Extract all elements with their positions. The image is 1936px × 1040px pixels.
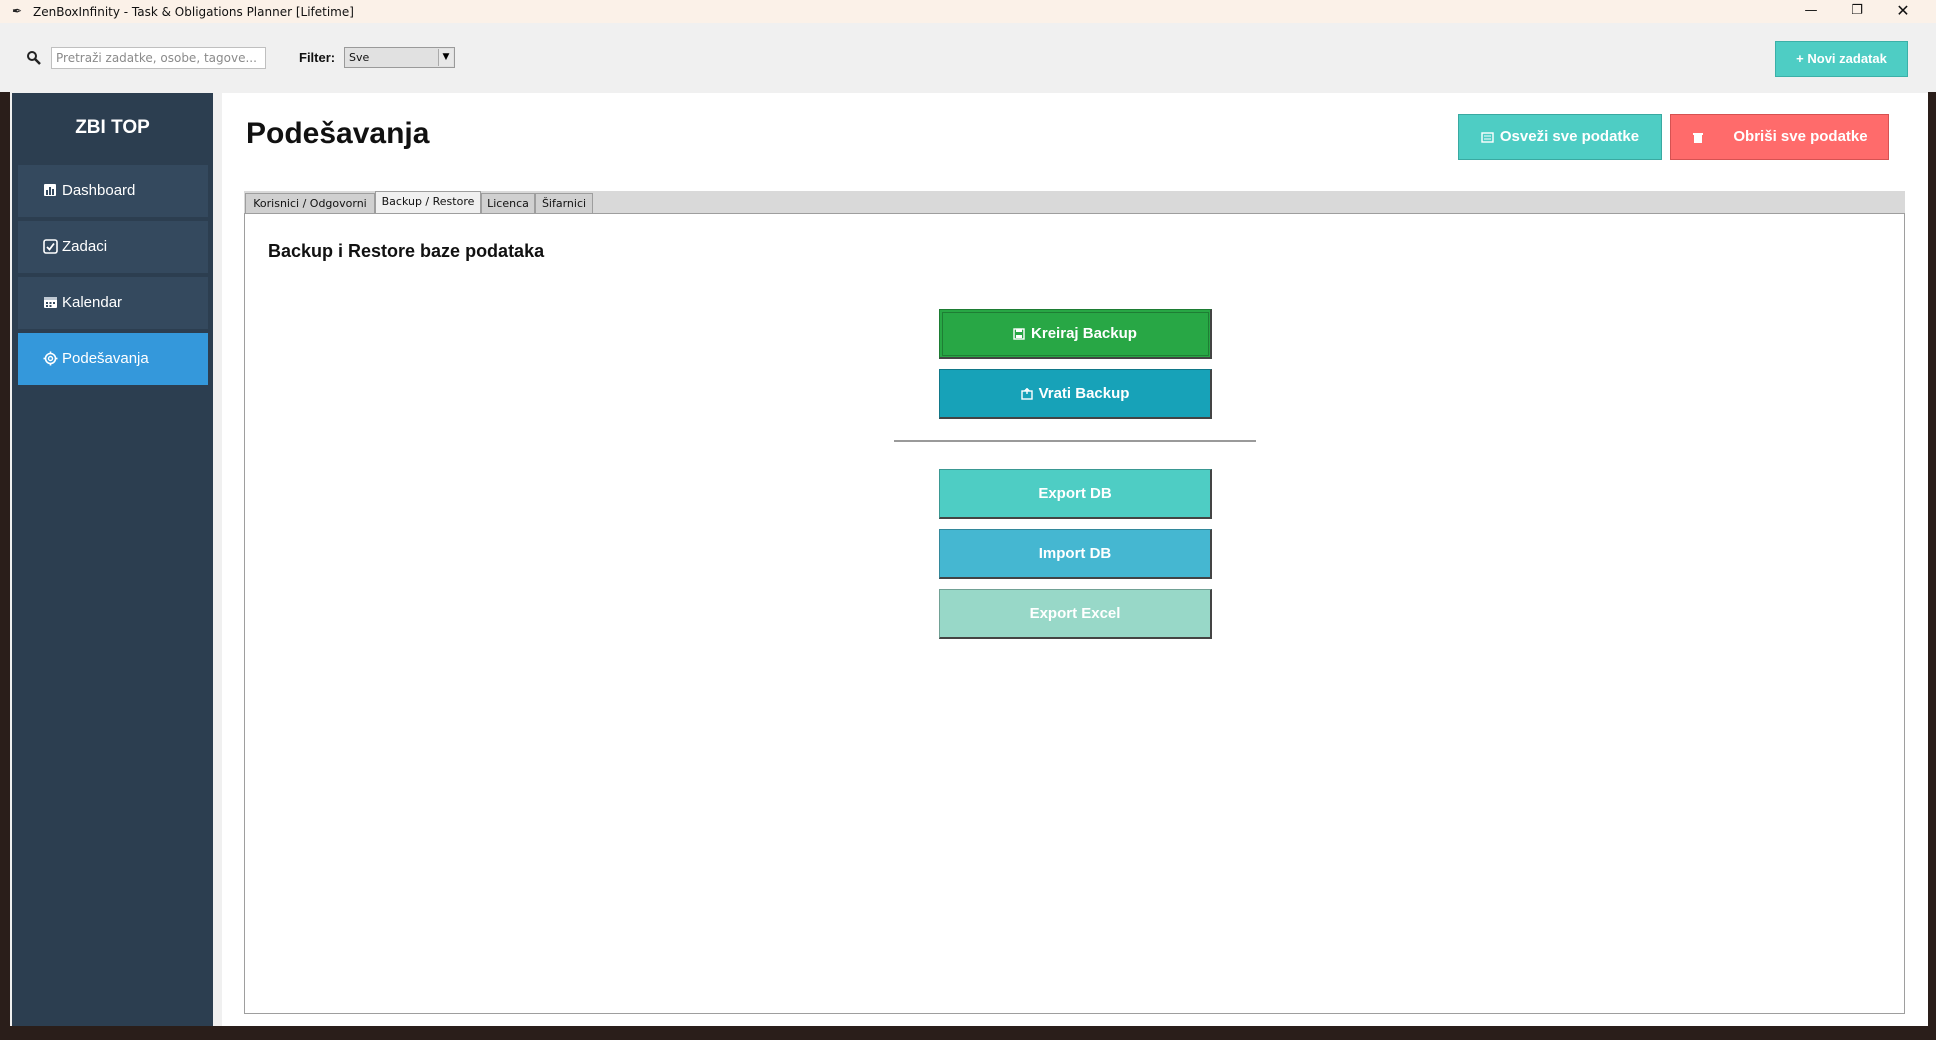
brand-title: ZBI TOP: [75, 117, 150, 138]
package-icon: [1020, 388, 1033, 400]
sidebar-item-zadaci[interactable]: Zadaci: [18, 221, 208, 273]
export-excel-button[interactable]: Export Excel: [939, 589, 1212, 639]
restore-backup-button[interactable]: Vrati Backup: [939, 369, 1212, 419]
refresh-icon: [1481, 131, 1494, 143]
window-title: ZenBoxInfinity - Task & Obligations Plan…: [33, 5, 354, 19]
filter-value: Sve: [349, 51, 370, 64]
sidebar-item-label: Kalendar: [62, 294, 123, 311]
filter-label: Filter:: [299, 50, 336, 65]
gear-icon: [43, 351, 58, 366]
create-backup-label: Kreiraj Backup: [1031, 325, 1137, 342]
tab-korisnici[interactable]: Korisnici / Odgovorni: [245, 193, 375, 214]
trash-icon: [1693, 133, 1704, 144]
search-icon: [27, 51, 41, 65]
export-db-button[interactable]: Export DB: [939, 469, 1212, 519]
delete-all-button[interactable]: Obriši sve podatke: [1670, 114, 1889, 160]
refresh-all-label: Osveži sve podatke: [1499, 128, 1640, 145]
tab-sifarnici[interactable]: Šifarnici: [535, 193, 593, 214]
section-heading: Backup i Restore baze podataka: [268, 241, 545, 261]
tab-panel: Backup i Restore baze podataka Kreiraj B…: [244, 213, 1905, 1014]
refresh-all-button[interactable]: Osveži sve podatke: [1458, 114, 1662, 160]
sidebar: ZBI TOP Dashboard Zadaci Kalendar Podeša…: [12, 93, 213, 1026]
restore-backup-label: Vrati Backup: [1038, 385, 1130, 402]
sidebar-item-label: Dashboard: [62, 182, 136, 199]
tab-licenca[interactable]: Licenca: [481, 193, 535, 214]
chevron-down-icon[interactable]: ▼: [438, 49, 453, 66]
filter-select[interactable]: Sve ▼: [344, 47, 455, 68]
tab-strip: Korisnici / Odgovorni Backup / Restore L…: [244, 191, 1905, 214]
new-task-button[interactable]: + Novi zadatak: [1775, 41, 1908, 77]
tab-backup-restore[interactable]: Backup / Restore: [375, 191, 481, 214]
checkbox-icon: [43, 239, 58, 254]
sidebar-item-label: Zadaci: [62, 238, 108, 255]
taskbar-edge: [0, 1026, 1936, 1040]
toolbar: Filter: Sve ▼ + Novi zadatak: [0, 23, 1936, 92]
sidebar-item-podesavanja[interactable]: Podešavanja: [18, 333, 208, 385]
content-area: Podešavanja Osveži sve podatke Obriši sv…: [222, 93, 1928, 1026]
delete-all-label: Obriši sve podatke: [1733, 128, 1868, 145]
minimize-button[interactable]: —: [1788, 0, 1834, 23]
app-body: ZBI TOP Dashboard Zadaci Kalendar Podeša…: [10, 92, 1928, 1026]
chart-icon: [44, 184, 56, 196]
page-title: Podešavanja: [246, 117, 430, 150]
calendar-icon: [44, 297, 57, 308]
divider: [894, 440, 1256, 442]
feather-icon: ✒: [12, 4, 23, 18]
maximize-button[interactable]: ❐: [1834, 0, 1880, 23]
title-bar: ✒ ZenBoxInfinity - Task & Obligations Pl…: [0, 0, 1936, 23]
sidebar-item-dashboard[interactable]: Dashboard: [18, 165, 208, 217]
create-backup-button[interactable]: Kreiraj Backup: [939, 309, 1212, 359]
sidebar-item-kalendar[interactable]: Kalendar: [18, 277, 208, 329]
close-button[interactable]: ✕: [1880, 0, 1926, 23]
sidebar-item-label: Podešavanja: [62, 350, 149, 367]
search-input[interactable]: [51, 47, 266, 69]
save-icon: [1013, 328, 1025, 340]
import-db-button[interactable]: Import DB: [939, 529, 1212, 579]
